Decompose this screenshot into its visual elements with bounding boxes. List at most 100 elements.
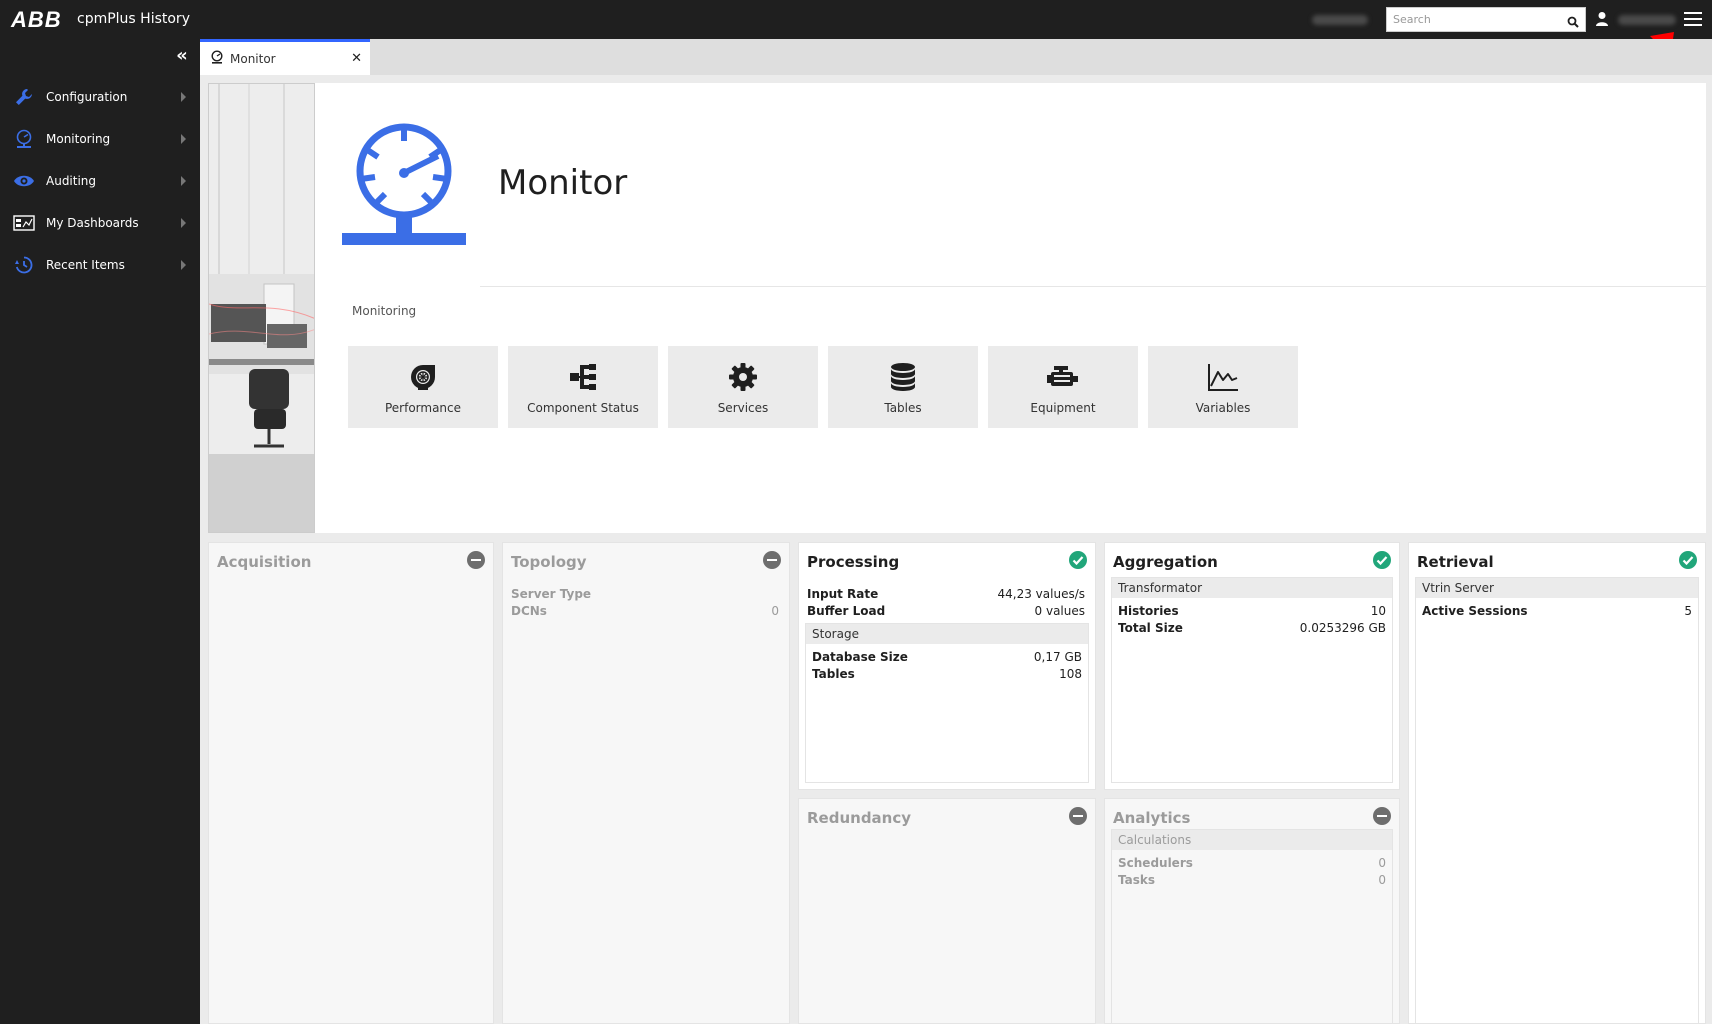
status-inactive-icon bbox=[1373, 807, 1391, 825]
card-title: Topology bbox=[511, 553, 587, 571]
total-size-value: 0.0253296 GB bbox=[1299, 621, 1386, 635]
tile-variables[interactable]: Variables bbox=[1148, 346, 1298, 428]
sidebar-item-recent-items[interactable]: Recent Items bbox=[0, 245, 200, 285]
database-size-label: Database Size bbox=[812, 650, 908, 664]
blurred-user-name bbox=[1618, 15, 1676, 25]
tile-services[interactable]: Services bbox=[668, 346, 818, 428]
topology-card: Topology Server Type DCNs 0 bbox=[502, 542, 790, 1024]
server-type-label: Server Type bbox=[511, 587, 592, 601]
active-sessions-label: Active Sessions bbox=[1422, 604, 1528, 618]
redundancy-card: Redundancy bbox=[798, 798, 1096, 1024]
tables-label: Tables bbox=[812, 667, 855, 681]
card-title: Processing bbox=[807, 553, 900, 571]
search-icon[interactable] bbox=[1567, 13, 1579, 32]
caret-right-icon bbox=[181, 176, 186, 186]
card-title: Aggregation bbox=[1113, 553, 1218, 571]
top-bar: ABB cpmPlus History bbox=[0, 0, 1712, 39]
buffer-load-value: 0 values bbox=[1034, 604, 1085, 618]
input-rate-value: 44,23 values/s bbox=[997, 587, 1086, 601]
sidebar-item-label: Monitoring bbox=[46, 132, 111, 146]
buffer-load-row: Buffer Load 0 values bbox=[807, 604, 1085, 618]
status-inactive-icon bbox=[467, 551, 485, 569]
histories-value: 10 bbox=[1370, 604, 1386, 618]
card-title: Retrieval bbox=[1417, 553, 1494, 571]
storage-heading: Storage bbox=[806, 624, 1088, 644]
transformator-heading: Transformator bbox=[1112, 578, 1392, 598]
abb-logo[interactable]: ABB bbox=[11, 7, 62, 33]
tasks-row: Tasks 0 bbox=[1118, 873, 1386, 887]
buffer-load-label: Buffer Load bbox=[807, 604, 886, 618]
close-tab-icon[interactable]: ✕ bbox=[351, 51, 362, 66]
tile-component-status[interactable]: Component Status bbox=[508, 346, 658, 428]
total-size-row: Total Size 0.0253296 GB bbox=[1118, 621, 1386, 635]
schedulers-label: Schedulers bbox=[1118, 856, 1193, 870]
active-sessions-row: Active Sessions 5 bbox=[1422, 604, 1692, 618]
search-input[interactable] bbox=[1387, 8, 1557, 31]
tile-label: Component Status bbox=[527, 401, 639, 415]
storage-section: Storage Database Size 0,17 GB Tables 108 bbox=[805, 623, 1089, 783]
tile-tables[interactable]: Tables bbox=[828, 346, 978, 428]
analytics-card: Analytics Calculations Schedulers 0 Task… bbox=[1104, 798, 1400, 1024]
section-label: Monitoring bbox=[352, 304, 417, 318]
caret-right-icon bbox=[181, 134, 186, 144]
database-icon bbox=[889, 359, 917, 395]
sidebar-item-configuration[interactable]: Configuration bbox=[0, 77, 200, 117]
dcns-value: 0 bbox=[771, 604, 779, 618]
tab-label: Monitor bbox=[230, 51, 276, 66]
status-inactive-icon bbox=[763, 551, 781, 569]
database-size-row: Database Size 0,17 GB bbox=[812, 650, 1082, 664]
monitoring-tiles: Performance Component Status Services Ta… bbox=[348, 346, 1298, 428]
card-title: Acquisition bbox=[217, 553, 312, 571]
wrench-icon bbox=[12, 85, 36, 109]
input-rate-row: Input Rate 44,23 values/s bbox=[807, 587, 1085, 601]
tile-equipment[interactable]: Equipment bbox=[988, 346, 1138, 428]
transformator-section: Transformator Histories 10 Total Size 0.… bbox=[1111, 577, 1393, 783]
hamburger-menu-icon[interactable] bbox=[1684, 11, 1702, 31]
dcns-label: DCNs bbox=[511, 604, 547, 618]
tab-strip: Monitor ✕ bbox=[200, 39, 1712, 75]
tile-label: Variables bbox=[1195, 401, 1251, 415]
eye-icon bbox=[12, 169, 36, 193]
input-rate-label: Input Rate bbox=[807, 587, 879, 601]
schedulers-row: Schedulers 0 bbox=[1118, 856, 1386, 870]
calculations-heading: Calculations bbox=[1112, 830, 1392, 850]
dcns-row: DCNs 0 bbox=[511, 604, 779, 618]
sidebar-item-label: Configuration bbox=[46, 90, 128, 104]
sidebar-item-monitoring[interactable]: Monitoring bbox=[0, 119, 200, 159]
calculations-section: Calculations Schedulers 0 Tasks 0 bbox=[1111, 829, 1393, 1023]
hierarchy-icon bbox=[568, 359, 598, 395]
sidebar-item-label: Auditing bbox=[46, 174, 97, 188]
status-ok-icon bbox=[1069, 551, 1087, 569]
page-title: Monitor bbox=[498, 163, 628, 203]
line-chart-icon bbox=[1207, 359, 1239, 395]
monitor-gauge-icon bbox=[12, 127, 36, 151]
collapse-sidebar-button[interactable]: « bbox=[170, 45, 194, 69]
tile-label: Equipment bbox=[1030, 401, 1096, 415]
dashboard-icon bbox=[12, 211, 36, 235]
sidebar-item-label: My Dashboards bbox=[46, 216, 139, 230]
processing-card: Processing Input Rate 44,23 values/s Buf… bbox=[798, 542, 1096, 790]
caret-right-icon bbox=[181, 218, 186, 228]
blurred-server-name bbox=[1312, 15, 1368, 25]
tile-label: Tables bbox=[884, 401, 922, 415]
acquisition-card: Acquisition bbox=[208, 542, 494, 1024]
control-room-image bbox=[208, 83, 315, 533]
tile-performance[interactable]: Performance bbox=[348, 346, 498, 428]
tables-value: 108 bbox=[1059, 667, 1082, 681]
card-title: Redundancy bbox=[807, 809, 912, 827]
tables-row: Tables 108 bbox=[812, 667, 1082, 681]
schedulers-value: 0 bbox=[1378, 856, 1386, 870]
card-title: Analytics bbox=[1113, 809, 1191, 827]
sidebar-item-label: Recent Items bbox=[46, 258, 125, 272]
gear-icon bbox=[728, 359, 758, 395]
sidebar-item-my-dashboards[interactable]: My Dashboards bbox=[0, 203, 200, 243]
user-icon[interactable] bbox=[1595, 11, 1609, 31]
turbo-icon bbox=[408, 359, 438, 395]
status-inactive-icon bbox=[1069, 807, 1087, 825]
tab-monitor[interactable]: Monitor ✕ bbox=[200, 39, 370, 75]
database-size-value: 0,17 GB bbox=[1033, 650, 1082, 664]
sidebar-item-auditing[interactable]: Auditing bbox=[0, 161, 200, 201]
monitor-main-panel: Monitor Monitoring Performance Component… bbox=[208, 83, 1706, 533]
sidebar: « Configuration Monitoring Auditing My D… bbox=[0, 39, 200, 1024]
tasks-label: Tasks bbox=[1118, 873, 1156, 887]
